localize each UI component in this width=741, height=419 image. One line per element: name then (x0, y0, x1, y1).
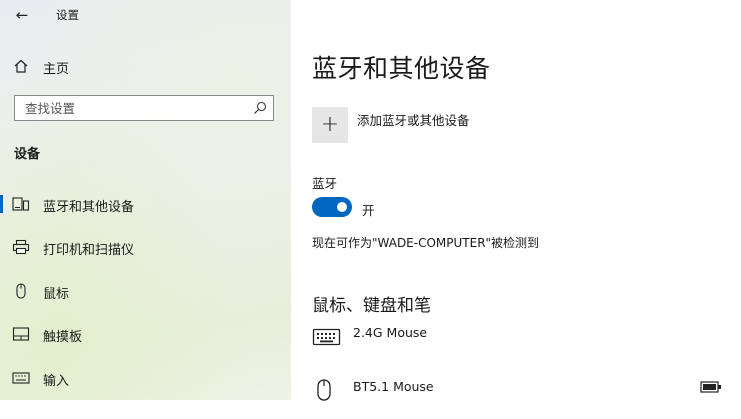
device-name: BT5.1 Mouse (353, 379, 434, 394)
sidebar: ← 设置 主页 设备 蓝牙和其他设备 打印机和扫描仪 (0, 0, 291, 400)
add-device-label[interactable]: 添加蓝牙或其他设备 (357, 110, 470, 129)
add-device-button[interactable]: + (312, 107, 348, 143)
search-box[interactable] (14, 95, 274, 121)
sidebar-item-label: 打印机和扫描仪 (43, 243, 135, 258)
sidebar-item-label: 鼠标 (43, 287, 70, 302)
plus-icon: + (320, 112, 340, 137)
keyboard-icon (12, 372, 30, 384)
discoverable-text: 现在可作为"WADE-COMPUTER"被检测到 (312, 236, 540, 250)
printer-icon (12, 239, 30, 255)
device-item[interactable]: BT5.1 Mouse (312, 379, 732, 419)
bluetooth-state: 开 (362, 203, 375, 218)
section-header-devices: 设备 (14, 147, 41, 162)
search-input[interactable] (15, 96, 255, 120)
touchpad-icon (12, 327, 30, 341)
toggle-knob (337, 202, 347, 212)
window-title: 设置 (56, 8, 79, 22)
sidebar-item-home[interactable]: 主页 (0, 52, 291, 80)
devices-section-title: 鼠标、键盘和笔 (312, 296, 431, 316)
device-item[interactable]: 2.4G Mouse (312, 325, 732, 365)
mouse-icon (16, 283, 26, 299)
main-content: 蓝牙和其他设备 + 添加蓝牙或其他设备 蓝牙 开 现在可作为"WADE-COMP… (291, 0, 741, 401)
sidebar-item-label: 输入 (43, 374, 70, 389)
bluetooth-devices-icon (12, 197, 30, 211)
back-arrow-icon[interactable]: ← (12, 5, 32, 25)
page-title: 蓝牙和其他设备 (312, 54, 491, 83)
sidebar-item-printers[interactable]: 打印机和扫描仪 (0, 232, 291, 262)
bluetooth-label: 蓝牙 (312, 176, 338, 191)
sidebar-item-touchpad[interactable]: 触摸板 (0, 319, 291, 349)
battery-icon (700, 381, 721, 393)
sidebar-item-label: 蓝牙和其他设备 (43, 200, 135, 215)
sidebar-item-input[interactable]: 输入 (0, 363, 291, 393)
home-icon (14, 59, 28, 73)
sidebar-item-label: 触摸板 (43, 330, 83, 345)
sidebar-item-bluetooth[interactable]: 蓝牙和其他设备 (0, 189, 291, 219)
keyboard-icon (312, 328, 341, 346)
bluetooth-toggle[interactable] (312, 197, 352, 217)
mouse-icon (317, 379, 331, 401)
device-name: 2.4G Mouse (353, 325, 428, 340)
sidebar-item-label: 主页 (43, 62, 70, 77)
search-icon[interactable] (253, 101, 267, 115)
sidebar-item-mouse[interactable]: 鼠标 (0, 276, 291, 306)
